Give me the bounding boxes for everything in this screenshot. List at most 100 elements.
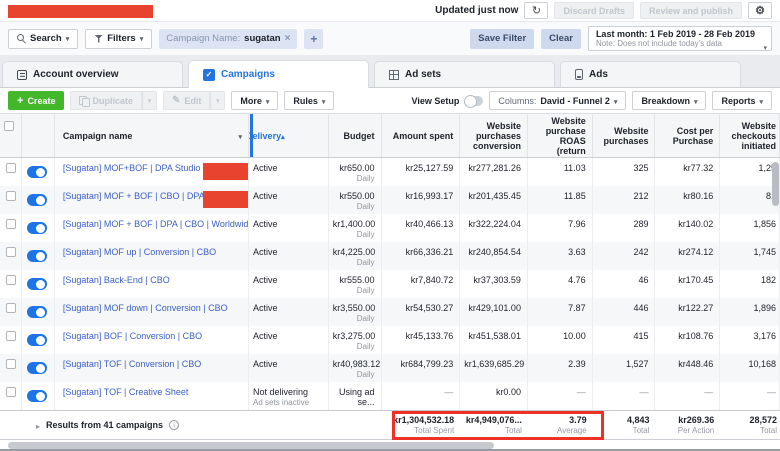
- column-header-campaign-name[interactable]: Campaign name: [55, 114, 249, 157]
- budget-value: kr4,225.00: [333, 247, 375, 257]
- column-header-amount-spent[interactable]: Amount spent: [382, 114, 461, 157]
- column-header-delivery[interactable]: Delivery: [249, 114, 329, 157]
- annotation-highlight-box: [392, 411, 604, 440]
- reports-button[interactable]: Reports: [712, 91, 772, 110]
- campaign-name-link[interactable]: [Sugatan] MOF + BOF | DPA | CBO | Worldw…: [63, 219, 249, 229]
- expander-icon[interactable]: [36, 416, 40, 434]
- date-range-value: Last month: 1 Feb 2019 - 28 Feb 2019: [596, 29, 755, 39]
- delivery-status: Active: [253, 219, 322, 229]
- amount-spent-cell: kr7,840.72: [382, 270, 461, 298]
- more-button[interactable]: More: [231, 91, 278, 110]
- campaign-name-link[interactable]: [Sugatan] MOF down | Conversion | CBO: [63, 303, 228, 313]
- horizontal-scrollbar[interactable]: [8, 442, 494, 449]
- cost-per-purchase-cell: kr80.16: [655, 186, 720, 214]
- campaign-name-link[interactable]: [Sugatan] TOF | Conversion | CBO: [63, 359, 201, 369]
- tab-campaigns[interactable]: Campaigns: [188, 60, 369, 88]
- conversion-value-cell: kr277,281.26: [460, 158, 528, 186]
- ads-icon: [575, 69, 583, 80]
- search-button[interactable]: Search: [8, 29, 78, 49]
- campaign-name-link[interactable]: [Sugatan] TOF | Creative Sheet: [63, 387, 189, 397]
- purchases-cell: 242: [593, 242, 656, 270]
- delivery-header-label: Delivery: [249, 131, 281, 141]
- tab-label: Campaigns: [221, 69, 275, 80]
- campaign-name-link[interactable]: [Sugatan] BOF | Conversion | CBO: [63, 331, 202, 341]
- filter-chip-campaign-name[interactable]: Campaign Name: sugatan: [159, 29, 297, 49]
- save-filter-button[interactable]: Save Filter: [470, 29, 534, 49]
- date-range-selector[interactable]: Last month: 1 Feb 2019 - 28 Feb 2019 Not…: [588, 26, 772, 51]
- tab-account-overview[interactable]: Account overview: [2, 61, 183, 87]
- campaign-toggle[interactable]: [27, 278, 47, 290]
- settings-button[interactable]: [748, 2, 772, 19]
- roas-cell: —: [528, 382, 593, 410]
- campaign-toggle[interactable]: [27, 166, 47, 178]
- roas-cell: 11.03: [528, 158, 593, 186]
- checkouts-cell: 1,745: [720, 242, 780, 270]
- ad-sets-grid-icon: [389, 70, 399, 80]
- duplicate-button[interactable]: Duplicate: [70, 91, 142, 110]
- filter-chip-value: sugatan: [244, 33, 280, 44]
- breakdown-button[interactable]: Breakdown: [632, 91, 706, 110]
- total-checkouts-value: 28,572: [724, 415, 777, 425]
- add-filter-button[interactable]: [304, 29, 323, 49]
- row-checkbox[interactable]: [6, 359, 16, 369]
- amount-spent-cell: kr40,466.13: [382, 214, 461, 242]
- edit-button[interactable]: Edit: [163, 91, 210, 110]
- campaign-toggle[interactable]: [27, 334, 47, 346]
- refresh-icon: [532, 4, 541, 17]
- purchases-cell: 289: [593, 214, 656, 242]
- gear-icon: [755, 4, 765, 17]
- refresh-button[interactable]: [524, 2, 548, 19]
- campaign-toggle[interactable]: [27, 250, 47, 262]
- tab-ad-sets[interactable]: Ad sets: [374, 61, 555, 87]
- row-checkbox[interactable]: [6, 247, 16, 257]
- tab-ads[interactable]: Ads: [560, 61, 741, 87]
- edit-caret-button[interactable]: [210, 91, 225, 110]
- row-checkbox[interactable]: [6, 275, 16, 285]
- campaign-name-link[interactable]: [Sugatan] Back-End | CBO: [63, 275, 170, 285]
- select-all-checkbox[interactable]: [4, 121, 14, 131]
- amount-spent-cell: kr54,530.27: [382, 298, 461, 326]
- purchases-cell: —: [593, 382, 656, 410]
- row-checkbox[interactable]: [6, 219, 16, 229]
- roas-cell: 3.63: [528, 242, 593, 270]
- row-checkbox[interactable]: [6, 387, 16, 397]
- campaign-toggle[interactable]: [27, 306, 47, 318]
- campaign-toggle[interactable]: [27, 362, 47, 374]
- row-checkbox[interactable]: [6, 331, 16, 341]
- table-footer: Results from 41 campaigns kr1,304,532.18…: [0, 410, 780, 440]
- table-row: [Sugatan] TOF | Creative Sheet Not deliv…: [0, 382, 780, 410]
- vertical-scrollbar[interactable]: [772, 162, 779, 206]
- column-header-purchases-conversion[interactable]: Website purchases conversion: [460, 114, 528, 157]
- conversion-value-cell: kr429,101.00: [460, 298, 528, 326]
- clear-filter-button[interactable]: Clear: [541, 29, 581, 49]
- total-purchases-label: Total: [597, 426, 650, 435]
- cost-per-purchase-cell: —: [655, 382, 720, 410]
- column-header-cost-per-purchase[interactable]: Cost per Purchase: [655, 114, 720, 157]
- campaign-name-link[interactable]: [Sugatan] MOF up | Conversion | CBO: [63, 247, 216, 257]
- review-publish-button[interactable]: Review and publish: [640, 2, 742, 19]
- row-checkbox[interactable]: [6, 191, 16, 201]
- column-header-budget[interactable]: Budget: [329, 114, 382, 157]
- rules-button[interactable]: Rules: [284, 91, 334, 110]
- column-header-roas[interactable]: Website purchase ROAS (return: [528, 114, 593, 157]
- column-header-website-purchases[interactable]: Website purchases: [593, 114, 656, 157]
- row-checkbox[interactable]: [6, 303, 16, 313]
- redaction-overlay: [203, 191, 249, 208]
- results-summary[interactable]: Results from 41 campaigns: [0, 411, 381, 439]
- filters-button[interactable]: Filters: [85, 29, 152, 49]
- discard-drafts-button[interactable]: Discard Drafts: [554, 2, 634, 19]
- columns-button[interactable]: Columns: David - Funnel 2: [489, 91, 626, 110]
- campaign-toggle[interactable]: [27, 194, 47, 206]
- create-button[interactable]: Create: [8, 91, 64, 110]
- duplicate-caret-button[interactable]: [142, 91, 157, 110]
- search-label: Search: [30, 33, 62, 44]
- campaign-toggle[interactable]: [27, 390, 47, 402]
- campaign-toggle[interactable]: [27, 222, 47, 234]
- chevron-down-icon: [763, 37, 767, 55]
- row-checkbox[interactable]: [6, 163, 16, 173]
- column-header-checkouts-initiated[interactable]: Website checkouts initiated: [720, 114, 780, 157]
- view-setup-toggle[interactable]: [465, 96, 483, 106]
- info-icon[interactable]: [169, 420, 179, 430]
- table-body: [Sugatan] MOF+BOF | DPA Studio | CBO | A…: [0, 158, 780, 410]
- close-icon[interactable]: [285, 33, 291, 44]
